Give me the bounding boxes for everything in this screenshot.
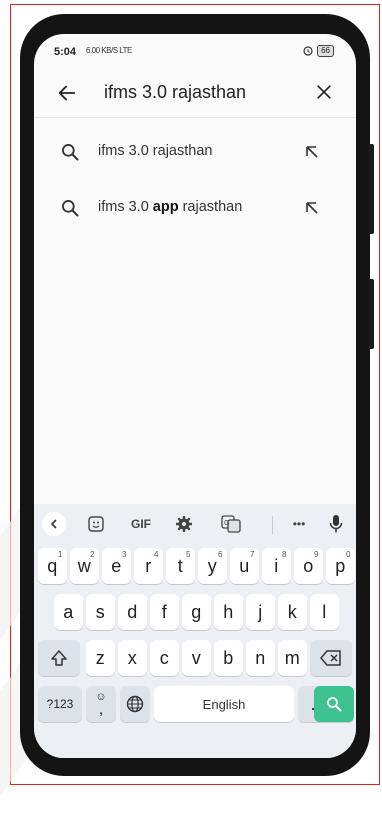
- key-a[interactable]: a: [54, 594, 83, 630]
- key-label: u: [239, 555, 250, 576]
- key-hint: 9: [314, 550, 319, 559]
- suggestion-prefix: ifms 3.0: [98, 199, 153, 215]
- suggestion-item[interactable]: ifms 3.0 rajasthan: [34, 130, 356, 174]
- key-hint: 3: [122, 550, 127, 559]
- close-icon[interactable]: [314, 82, 334, 102]
- key-hint: 2: [90, 550, 95, 559]
- key-t[interactable]: t5: [166, 548, 195, 584]
- key-n[interactable]: n: [246, 640, 275, 676]
- key-label: y: [207, 555, 217, 576]
- key-q[interactable]: q1: [38, 548, 67, 584]
- key-p[interactable]: p0: [326, 548, 355, 584]
- key-s[interactable]: s: [86, 594, 115, 630]
- globe-icon[interactable]: [120, 686, 150, 722]
- gif-button[interactable]: GIF: [124, 512, 158, 536]
- key-z[interactable]: z: [86, 640, 115, 676]
- suggestion-suffix: rajasthan: [178, 199, 243, 215]
- status-bar: 5:04 6.00 KB/S LTE 66: [34, 34, 356, 68]
- key-hint: 5: [186, 550, 191, 559]
- more-options-button[interactable]: •••: [284, 512, 314, 536]
- toolbar-divider: [272, 516, 273, 534]
- key-r[interactable]: r4: [134, 548, 163, 584]
- navigation-bar: [34, 740, 356, 758]
- suggestion-item[interactable]: ifms 3.0 app rajasthan: [34, 186, 356, 230]
- fill-query-arrow-icon[interactable]: [304, 144, 320, 160]
- keyboard: GIF G ••• q1w2e3r4t5y6u7i8o9p0 asdfghjkl: [34, 504, 356, 758]
- key-row-3: zxcvbnm: [34, 640, 356, 676]
- status-time: 5:04: [54, 46, 77, 58]
- key-hint: 8: [282, 550, 287, 559]
- key-f[interactable]: f: [150, 594, 179, 630]
- key-row-2: asdfghjkl: [34, 594, 356, 630]
- key-x[interactable]: x: [118, 640, 147, 676]
- gear-icon[interactable]: [172, 512, 196, 536]
- search-bar[interactable]: ifms 3.0 rajasthan: [34, 68, 356, 118]
- svg-text:G: G: [224, 520, 229, 527]
- key-hint: 1: [58, 550, 63, 559]
- key-hint: 4: [154, 550, 159, 559]
- fill-query-arrow-icon[interactable]: [304, 200, 320, 216]
- search-enter-key[interactable]: [314, 686, 354, 722]
- comma-emoji-key[interactable]: ☺ ,: [86, 686, 116, 722]
- power-button: [369, 279, 374, 349]
- key-label: q: [47, 555, 58, 576]
- back-arrow-icon[interactable]: [56, 82, 78, 104]
- key-label: r: [145, 555, 152, 576]
- symbols-key[interactable]: ?123: [38, 686, 82, 722]
- comma-label: ,: [98, 700, 104, 718]
- key-label: i: [274, 555, 279, 576]
- key-k[interactable]: k: [278, 594, 307, 630]
- phone-screen: 5:04 6.00 KB/S LTE 66 ifms 3.0 rajasthan…: [34, 34, 356, 758]
- key-label: w: [77, 555, 91, 576]
- key-hint: 7: [250, 550, 255, 559]
- alarm-icon: [303, 46, 313, 56]
- toolbar-back-icon[interactable]: [42, 512, 66, 536]
- translate-icon[interactable]: G: [218, 512, 244, 536]
- key-g[interactable]: g: [182, 594, 211, 630]
- key-u[interactable]: u7: [230, 548, 259, 584]
- key-i[interactable]: i8: [262, 548, 291, 584]
- key-h[interactable]: h: [214, 594, 243, 630]
- status-right: 66: [303, 45, 334, 57]
- suggestion-label: ifms 3.0 rajasthan: [98, 143, 212, 159]
- space-bar[interactable]: English: [154, 686, 294, 722]
- key-label: o: [303, 555, 314, 576]
- backspace-key[interactable]: [310, 640, 352, 676]
- suggestion-label: ifms 3.0 app rajasthan: [98, 199, 242, 215]
- key-row-1: q1w2e3r4t5y6u7i8o9p0: [34, 548, 356, 584]
- key-hint: 6: [218, 550, 223, 559]
- shift-key[interactable]: [38, 640, 80, 676]
- key-c[interactable]: c: [150, 640, 179, 676]
- suggestion-prefix: ifms 3.0: [98, 143, 153, 159]
- sticker-icon[interactable]: [84, 512, 108, 536]
- search-icon: [61, 144, 79, 161]
- key-v[interactable]: v: [182, 640, 211, 676]
- key-label: e: [111, 555, 122, 576]
- key-label: p: [335, 555, 346, 576]
- suggestion-bold: app: [152, 199, 179, 215]
- battery-icon: 66: [317, 45, 334, 57]
- suggestion-suffix: rajasthan: [152, 143, 213, 159]
- search-input[interactable]: ifms 3.0 rajasthan: [104, 82, 246, 103]
- search-icon: [61, 200, 79, 217]
- key-row-4: ?123 ☺ , English .: [34, 686, 356, 722]
- volume-button: [369, 144, 374, 234]
- key-e[interactable]: e3: [102, 548, 131, 584]
- key-w[interactable]: w2: [70, 548, 99, 584]
- key-o[interactable]: o9: [294, 548, 323, 584]
- key-hint: 0: [346, 550, 351, 559]
- key-label: t: [177, 555, 183, 576]
- key-l[interactable]: l: [310, 594, 339, 630]
- keyboard-toolbar: GIF G •••: [34, 504, 356, 544]
- key-m[interactable]: m: [278, 640, 307, 676]
- key-j[interactable]: j: [246, 594, 275, 630]
- phone-body: 5:04 6.00 KB/S LTE 66 ifms 3.0 rajasthan…: [20, 14, 374, 776]
- microphone-icon[interactable]: [324, 512, 348, 536]
- key-y[interactable]: y6: [198, 548, 227, 584]
- network-indicator: 6.00 KB/S LTE: [86, 46, 132, 55]
- key-b[interactable]: b: [214, 640, 243, 676]
- key-d[interactable]: d: [118, 594, 147, 630]
